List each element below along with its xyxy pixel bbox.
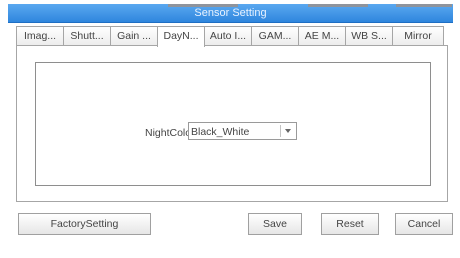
title-bar[interactable]: Sensor Setting xyxy=(8,4,453,23)
chevron-down-icon[interactable] xyxy=(280,125,294,137)
tab-daynight[interactable]: DayN... xyxy=(157,26,205,47)
factory-setting-button[interactable]: FactorySetting xyxy=(18,213,151,235)
window-title: Sensor Setting xyxy=(194,7,267,19)
tab-panel: NightColor Black_White xyxy=(16,45,448,202)
tab-gain[interactable]: Gain ... xyxy=(110,26,158,46)
tab-mirror[interactable]: Mirror xyxy=(392,26,444,46)
night-color-select[interactable]: Black_White xyxy=(188,122,297,140)
tab-ae-mode[interactable]: AE M... xyxy=(298,26,346,46)
save-button[interactable]: Save xyxy=(248,213,302,235)
settings-tab-strip: Imag... Shutt... Gain ... DayN... Auto I… xyxy=(16,26,448,47)
cancel-button[interactable]: Cancel xyxy=(395,213,453,235)
tab-auto-iris[interactable]: Auto I... xyxy=(204,26,252,46)
night-color-value: Black_White xyxy=(191,126,250,138)
sensor-setting-dialog: Sensor Setting Imag... Shutt... Gain ...… xyxy=(8,2,460,258)
daynight-settings-box: NightColor Black_White xyxy=(35,62,431,186)
tab-white-balance[interactable]: WB S... xyxy=(345,26,393,46)
reset-button[interactable]: Reset xyxy=(321,213,379,235)
tab-shutter[interactable]: Shutt... xyxy=(63,26,111,46)
tab-gamma[interactable]: GAM... xyxy=(251,26,299,46)
tab-image[interactable]: Imag... xyxy=(16,26,64,46)
